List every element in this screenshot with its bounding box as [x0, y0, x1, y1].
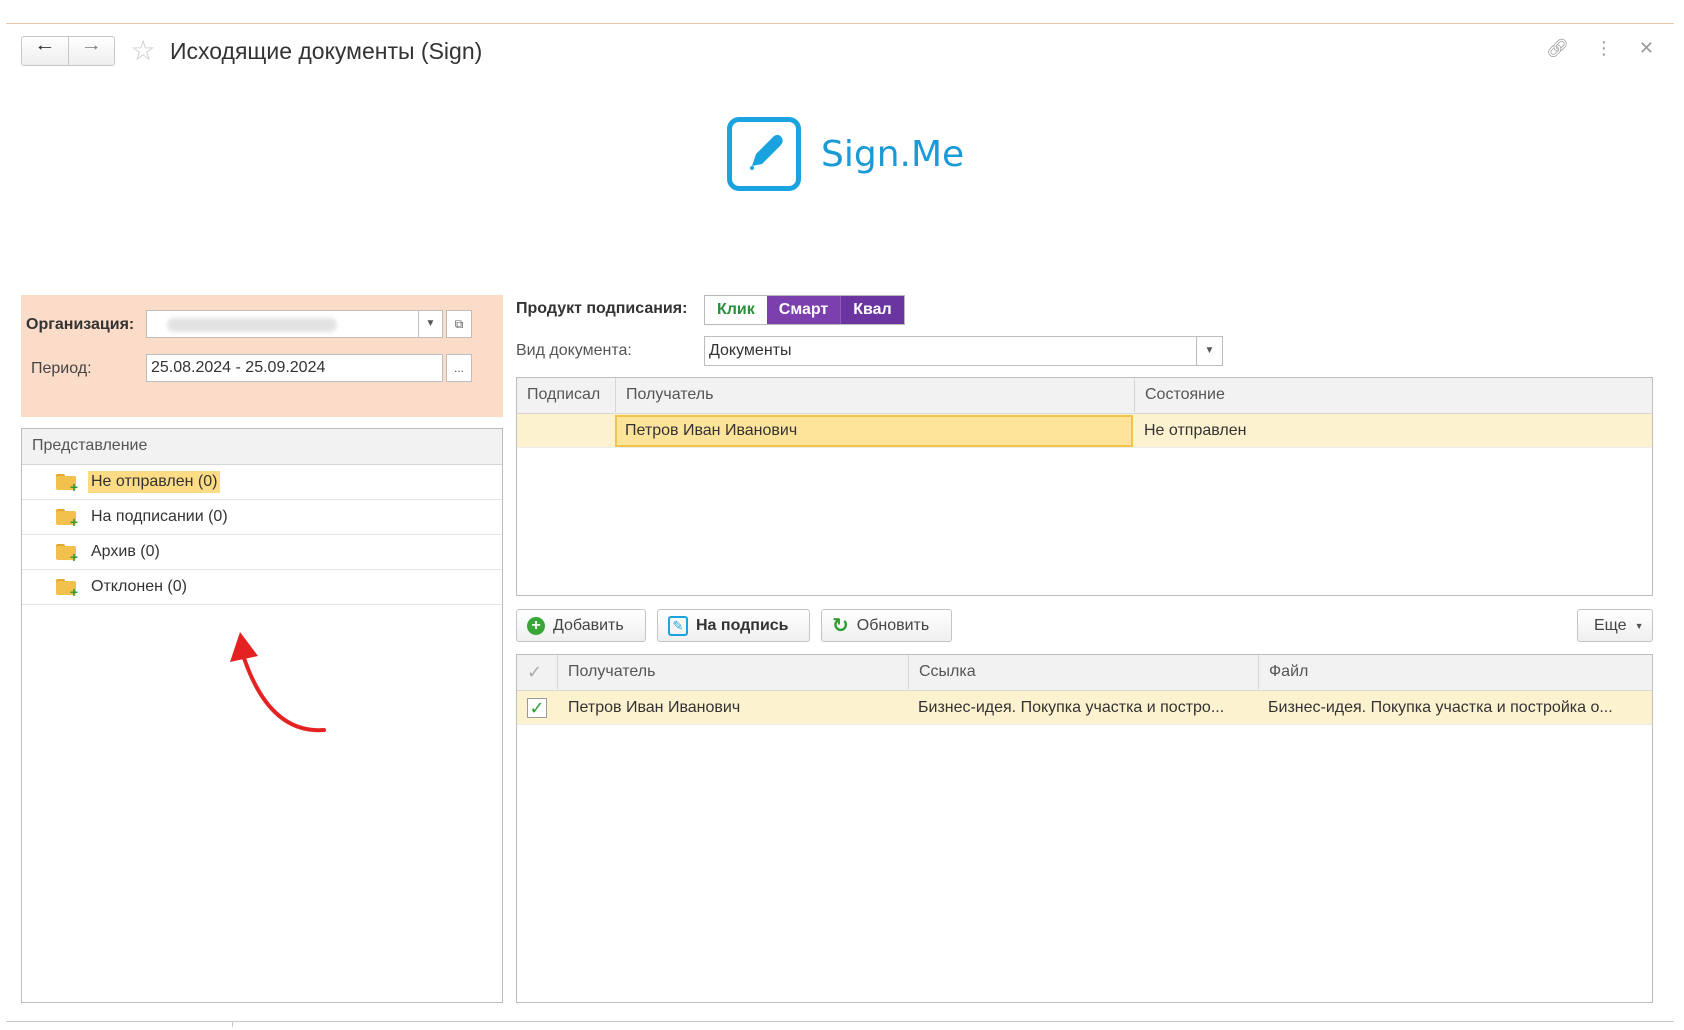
nav-button-group: 🠀 🠂: [21, 36, 115, 66]
product-option-kval[interactable]: Квал: [840, 296, 904, 324]
add-button-label: Добавить: [553, 616, 624, 634]
folder-add-icon: +: [56, 474, 78, 494]
add-button[interactable]: + Добавить: [516, 609, 646, 642]
refresh-button[interactable]: ↻ Обновить: [821, 609, 952, 642]
cell-link[interactable]: Бизнес-идея. Покупка участка и постро...: [918, 691, 1253, 724]
documents-table: Подписал Получатель Состояние Петров Ива…: [516, 377, 1653, 596]
tree-item-rejected[interactable]: + Отклонен (0): [22, 570, 502, 605]
column-link[interactable]: Ссылка: [908, 655, 1258, 689]
table-header: Подписал Получатель Состояние: [517, 378, 1652, 414]
table-row[interactable]: ✓ Петров Иван Иванович Бизнес-идея. Поку…: [517, 691, 1652, 725]
tree-item-label: Не отправлен (0): [88, 471, 221, 493]
back-button[interactable]: 🠀: [22, 37, 68, 65]
refresh-icon: ↻: [832, 615, 849, 637]
cell-recipient[interactable]: Петров Иван Иванович: [625, 414, 1125, 447]
window-controls: 🔗︎ ⋮ ✕: [1546, 38, 1654, 59]
close-icon[interactable]: ✕: [1639, 38, 1654, 59]
blurred-organization-value: [167, 318, 337, 332]
window-title: Исходящие документы (Sign): [170, 38, 483, 64]
more-button[interactable]: Еще ▼: [1577, 609, 1653, 642]
doc-type-label: Вид документа:: [516, 342, 632, 359]
signme-logo: Sign.Me: [727, 117, 964, 191]
star-icon[interactable]: ☆: [128, 36, 158, 66]
pen-icon: [727, 117, 801, 191]
send-to-sign-label: На подпись: [696, 616, 789, 634]
folder-add-icon: +: [56, 579, 78, 599]
doc-type-select[interactable]: Документы ▼: [704, 336, 1223, 366]
folder-add-icon: +: [56, 544, 78, 564]
open-window-icon: ⧉: [454, 316, 464, 331]
tree-item-signing[interactable]: + На подписании (0): [22, 500, 502, 535]
tree-item-label: На подписании (0): [91, 508, 228, 525]
chevron-down-icon: ▼: [1634, 620, 1644, 631]
sign-pen-icon: ✎: [668, 615, 688, 636]
plus-circle-icon: +: [527, 616, 545, 635]
more-vertical-icon[interactable]: ⋮: [1595, 38, 1613, 59]
doc-type-value: Документы: [709, 342, 792, 359]
top-border-line: [6, 23, 1674, 24]
more-label: Еще: [1594, 616, 1627, 634]
product-label: Продукт подписания:: [516, 300, 688, 317]
tree-item-archive[interactable]: + Архив (0): [22, 535, 502, 570]
cell-file[interactable]: Бизнес-идея. Покупка участка и постройка…: [1268, 691, 1646, 724]
filter-panel: Организация: ▼ ⧉ Период: 25.08.2024 - 25…: [21, 295, 503, 417]
link-icon[interactable]: 🔗︎: [1546, 38, 1569, 59]
period-field[interactable]: 25.08.2024 - 25.09.2024: [146, 354, 443, 382]
period-select-button[interactable]: ...: [446, 354, 472, 382]
bottom-border-line: [6, 1021, 1674, 1022]
bottom-divider-tick: [232, 1021, 233, 1027]
recipients-table: ✓ Получатель Ссылка Файл ✓ Петров Иван И…: [516, 654, 1653, 1003]
arrow-left-icon: 🠀: [37, 38, 53, 58]
product-option-smart[interactable]: Смарт: [766, 296, 841, 324]
cell-recipient: Петров Иван Иванович: [568, 699, 741, 716]
logo-text: Sign.Me: [821, 133, 965, 175]
row-checkbox[interactable]: ✓: [527, 698, 547, 718]
send-to-sign-button[interactable]: ✎ На подпись: [657, 609, 810, 642]
tree-item-label: Архив (0): [91, 543, 160, 560]
column-signed[interactable]: Подписал: [527, 378, 617, 412]
refresh-label: Обновить: [856, 616, 930, 634]
organization-label: Организация:: [26, 316, 135, 333]
annotation-arrow-icon: [230, 632, 326, 733]
period-label: Период:: [31, 360, 92, 377]
chevron-down-icon[interactable]: ▼: [1196, 337, 1222, 365]
check-all-icon[interactable]: ✓: [527, 655, 555, 689]
column-status[interactable]: Состояние: [1134, 378, 1652, 412]
arrow-right-icon: 🠂: [83, 38, 99, 58]
open-organization-button[interactable]: ⧉: [446, 310, 472, 338]
tree-item-label: Отклонен (0): [91, 578, 187, 595]
cell-status: Не отправлен: [1144, 422, 1247, 439]
product-option-klik[interactable]: Клик: [705, 296, 767, 324]
tree-header: Представление: [22, 429, 502, 465]
folder-add-icon: +: [56, 509, 78, 529]
table-row[interactable]: Петров Иван Иванович Не отправлен: [517, 414, 1652, 448]
organization-field[interactable]: ▼: [146, 310, 443, 338]
chevron-down-icon[interactable]: ▼: [418, 311, 442, 337]
column-recipient[interactable]: Получатель: [557, 655, 907, 689]
product-selector: Клик Смарт Квал: [704, 295, 905, 325]
column-file[interactable]: Файл: [1258, 655, 1652, 689]
column-recipient[interactable]: Получатель: [615, 378, 1135, 412]
table-header: ✓ Получатель Ссылка Файл: [517, 655, 1652, 691]
tree-item-not-sent[interactable]: + Не отправлен (0): [22, 465, 502, 500]
forward-button[interactable]: 🠂: [67, 37, 115, 65]
